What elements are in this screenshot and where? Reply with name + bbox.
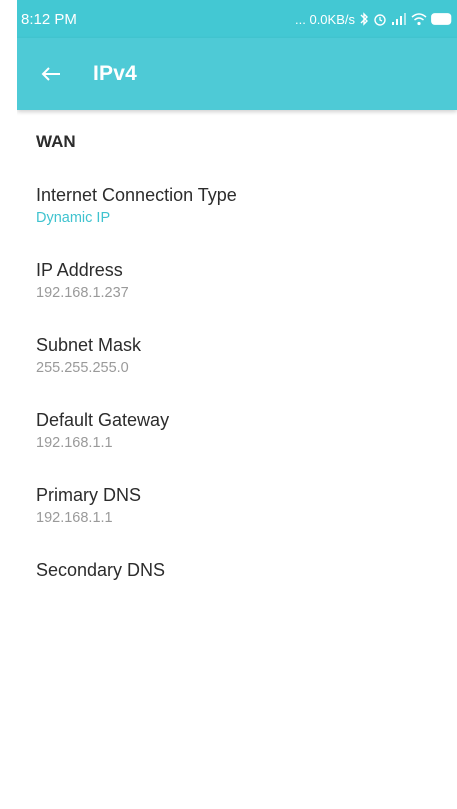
app-bar: IPv4 (17, 38, 457, 110)
settings-content: WAN Internet Connection Type Dynamic IP … (17, 132, 457, 581)
network-speed: ... 0.0KB/s (295, 11, 355, 27)
item-label: Internet Connection Type (36, 185, 237, 205)
back-button[interactable] (31, 54, 71, 94)
status-bar: 8:12 PM ... 0.0KB/s (17, 0, 457, 38)
signal-icon (391, 13, 407, 25)
phone-screen: 8:12 PM ... 0.0KB/s IPv4 WAN Internet Co… (17, 0, 457, 809)
item-label: Default Gateway (36, 410, 170, 430)
bluetooth-icon (359, 12, 369, 26)
item-value: 192.168.1.237 (36, 285, 129, 301)
subnet-mask-item: Subnet Mask 255.255.255.0 (36, 334, 457, 377)
item-label: Subnet Mask (36, 335, 142, 355)
page-title: IPv4 (93, 62, 137, 85)
wifi-icon (411, 12, 427, 26)
connection-type-item[interactable]: Internet Connection Type Dynamic IP (36, 184, 457, 227)
primary-dns-item: Primary DNS 192.168.1.1 (36, 484, 457, 527)
arrow-left-icon (41, 67, 60, 81)
alarm-icon (373, 12, 387, 26)
item-value: 192.168.1.1 (36, 435, 113, 451)
item-value: 255.255.255.0 (36, 360, 129, 376)
section-title-wan: WAN (36, 132, 76, 151)
item-label: IP Address (36, 260, 123, 280)
battery-icon (431, 13, 453, 25)
default-gateway-item: Default Gateway 192.168.1.1 (36, 409, 457, 452)
item-value: 192.168.1.1 (36, 510, 113, 526)
secondary-dns-item: Secondary DNS (36, 559, 457, 581)
item-label: Primary DNS (36, 485, 142, 505)
status-time: 8:12 PM (21, 10, 77, 28)
item-label: Secondary DNS (36, 560, 166, 580)
status-icons: ... 0.0KB/s (295, 12, 453, 27)
item-value: Dynamic IP (36, 210, 111, 226)
ip-address-item: IP Address 192.168.1.237 (36, 259, 457, 302)
